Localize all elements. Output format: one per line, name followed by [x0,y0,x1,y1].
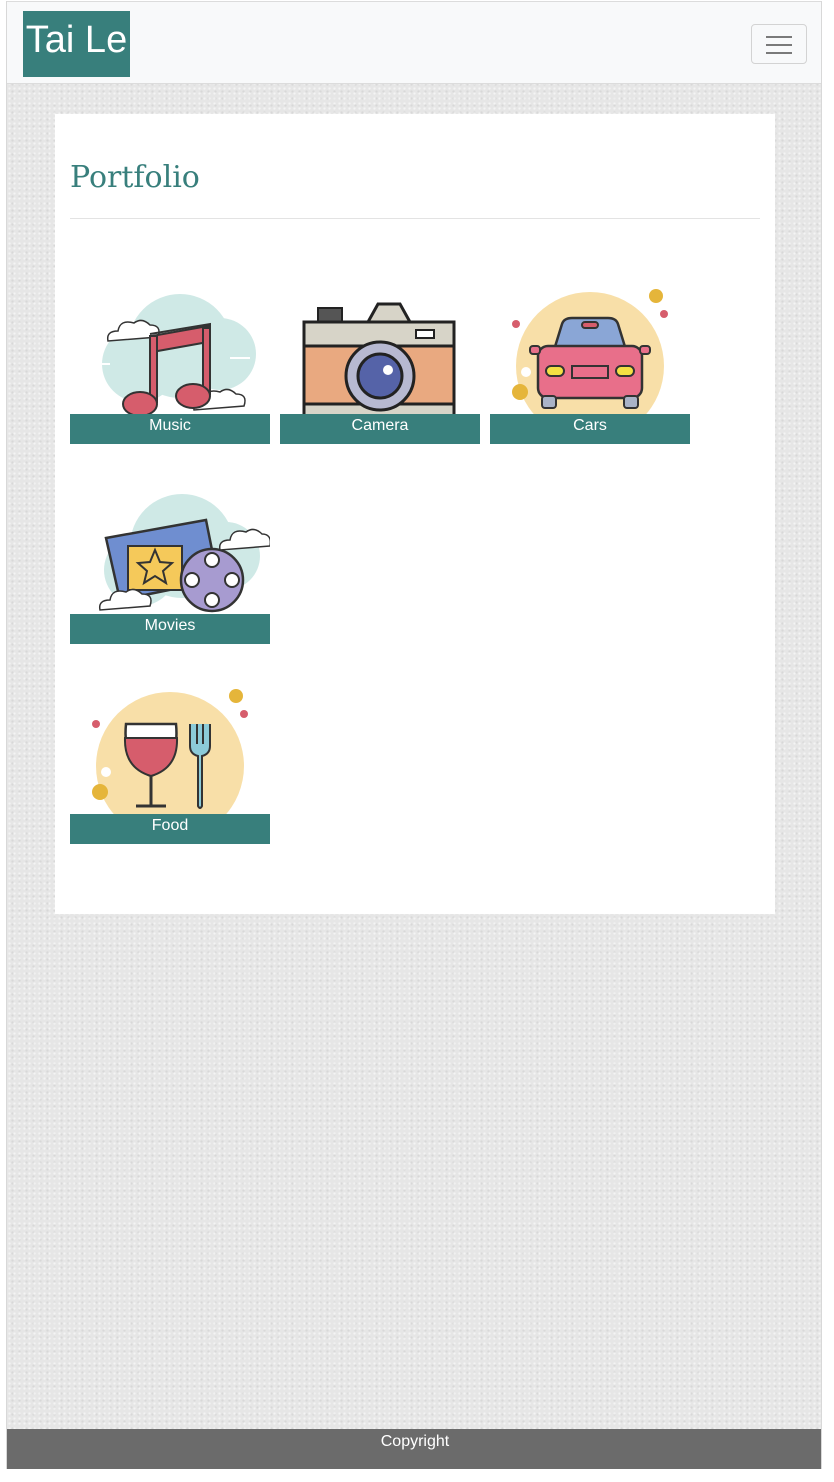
portfolio-item-label: Music [70,414,270,444]
movie-ticket-film-reel-icon [98,494,270,613]
title-divider [70,218,760,219]
portfolio-card: Portfolio Music Camera Cars Movies Food [55,114,775,914]
page-frame: Tai Le Portfolio Music Camera Cars Movie… [6,1,822,1469]
portfolio-item-camera[interactable]: Camera [280,284,480,444]
portfolio-item-label: Camera [280,414,480,444]
footer: Copyright [7,1429,821,1469]
page-title: Portfolio [70,160,200,195]
portfolio-item-movies[interactable]: Movies [70,484,270,644]
portfolio-item-label: Cars [490,414,690,444]
portfolio-item-label: Food [70,814,270,844]
portfolio-item-music[interactable]: Music [70,284,270,444]
portfolio-item-cars[interactable]: Cars [490,284,690,444]
car-icon [512,289,668,416]
portfolio-item-food[interactable]: Food [70,684,270,844]
wine-fork-icon [92,689,248,816]
menu-toggle-button[interactable] [751,24,807,64]
navbar: Tai Le [7,1,821,84]
portfolio-item-label: Movies [70,614,270,644]
camera-icon [302,302,456,416]
copyright-text: Copyright [380,1433,450,1450]
music-note-icon [90,294,256,416]
brand-logo[interactable]: Tai Le [23,11,130,77]
